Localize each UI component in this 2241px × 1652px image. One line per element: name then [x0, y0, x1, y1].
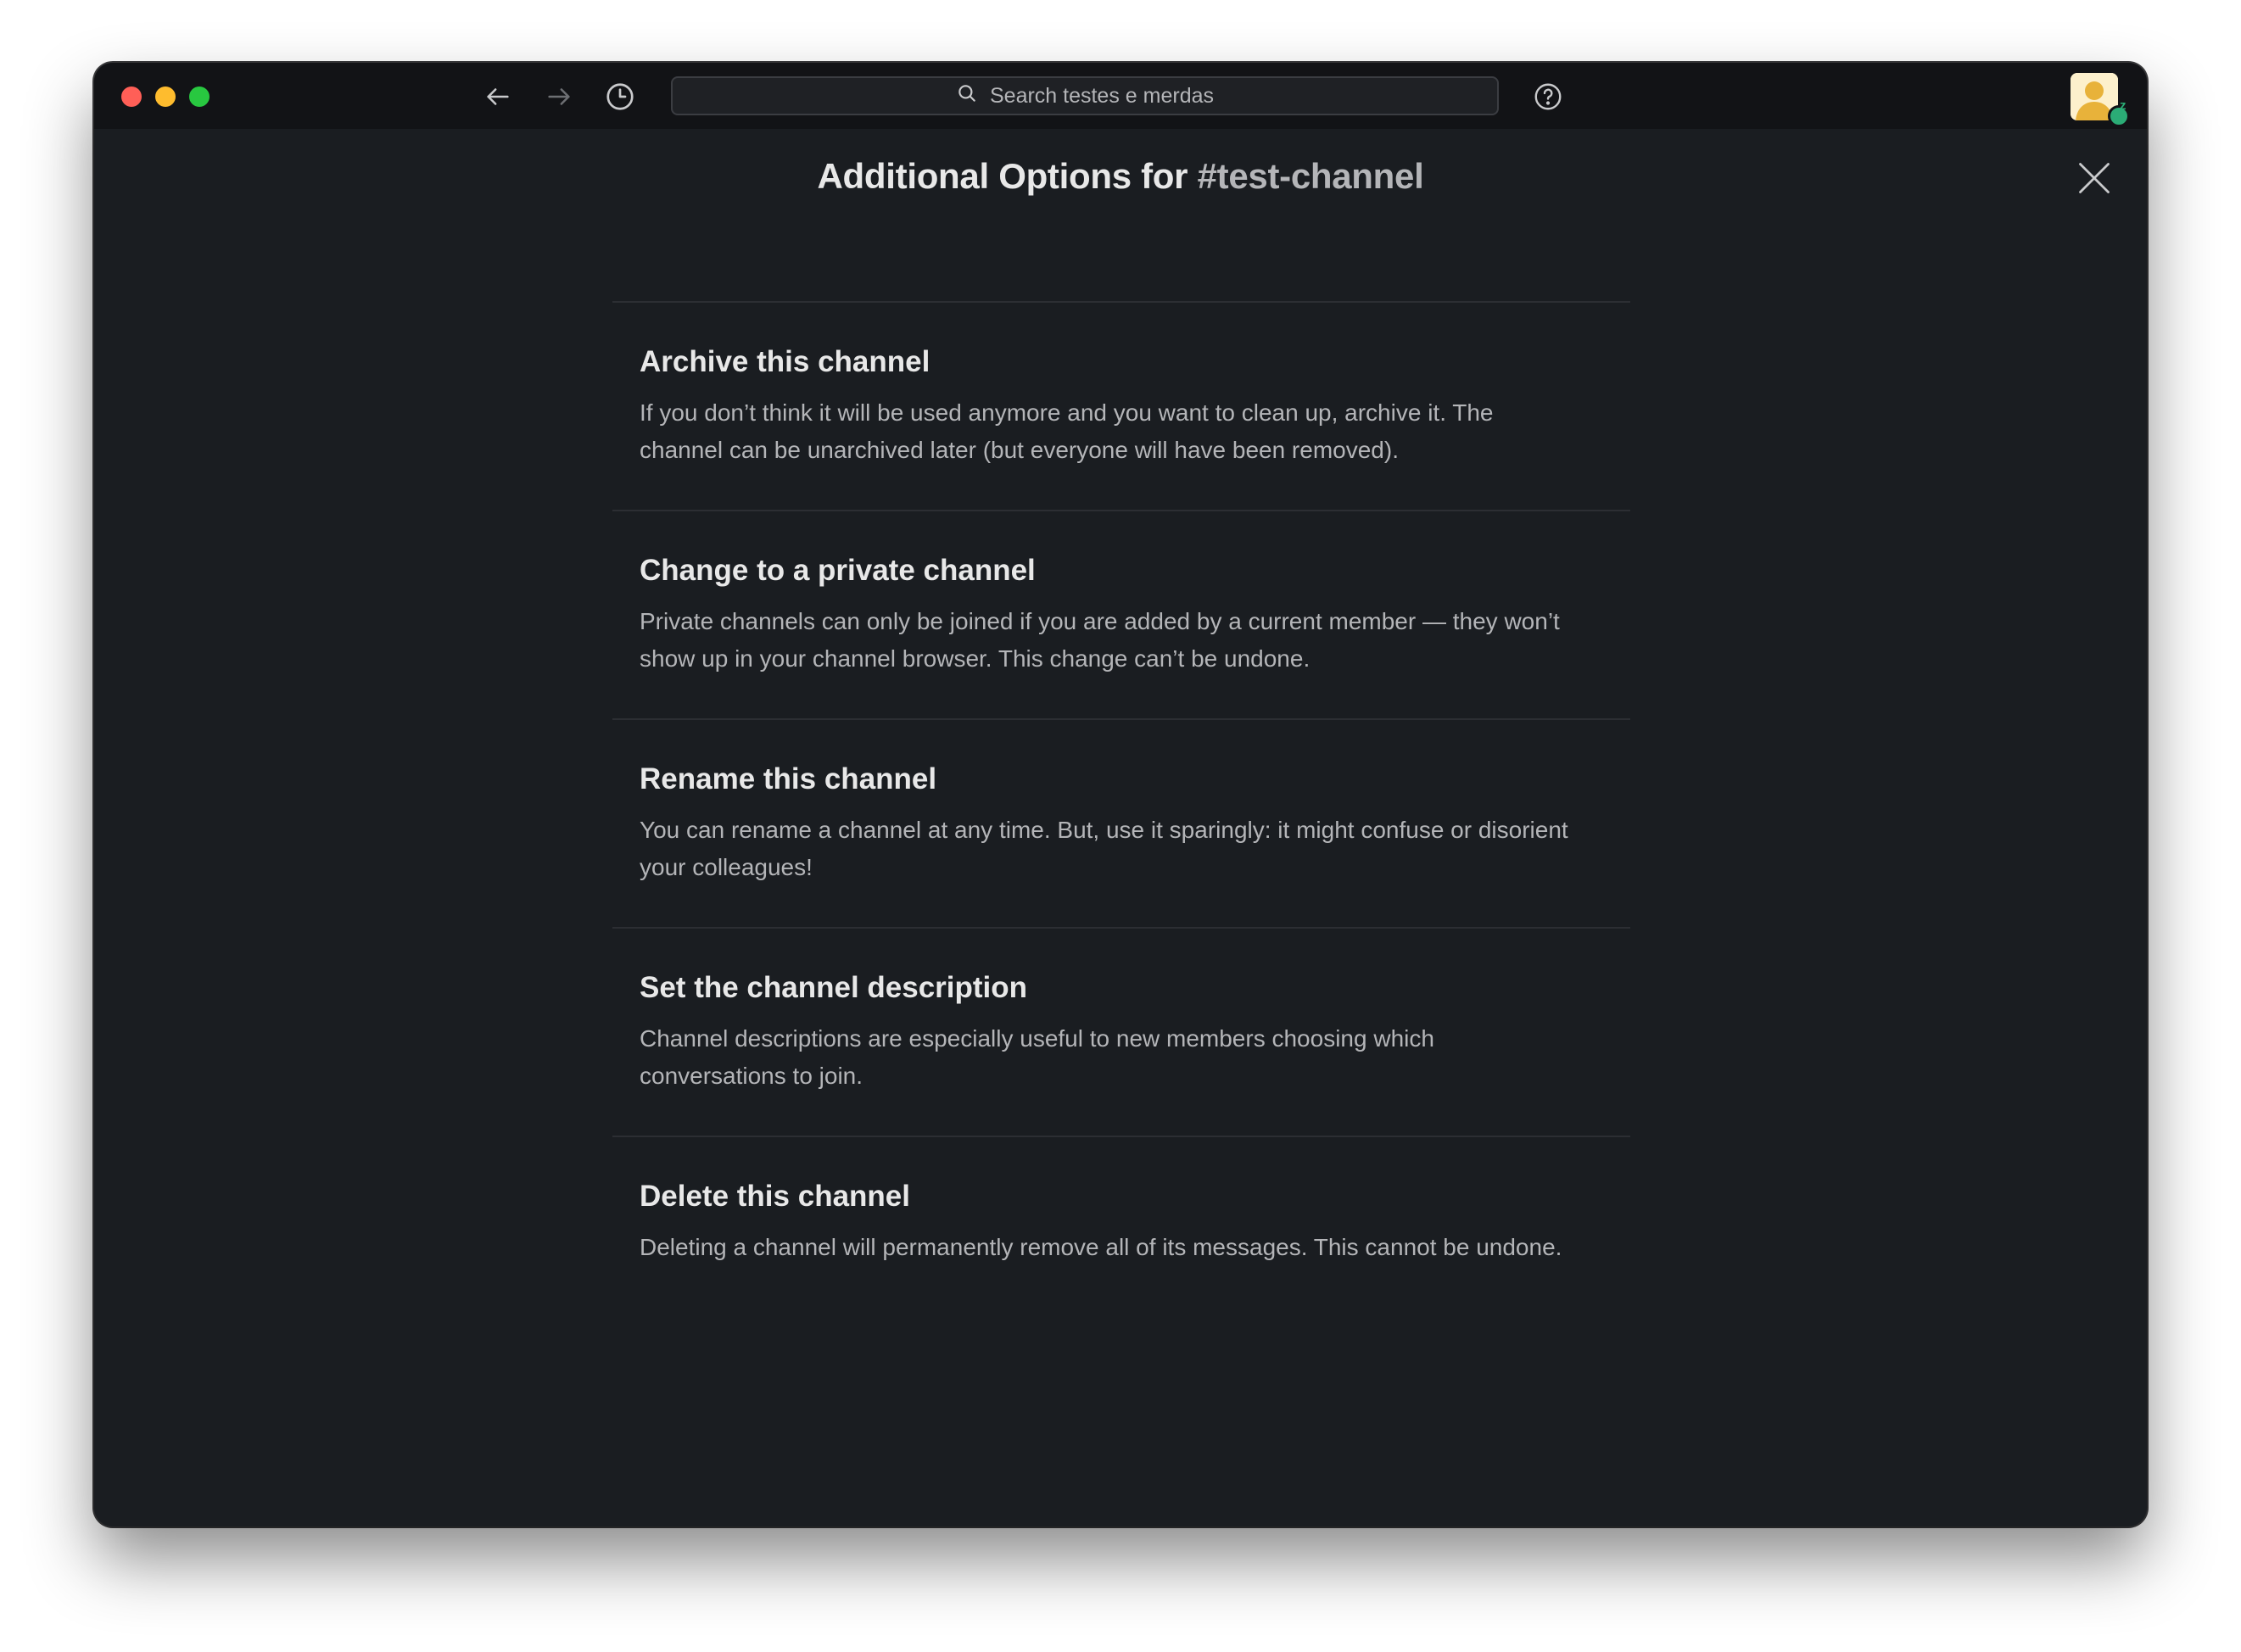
options-list: Archive this channel If you don’t think … — [612, 301, 1630, 1344]
option-description: Deleting a channel will permanently remo… — [640, 1234, 1562, 1260]
title-bar: Search testes e merdas z — [94, 63, 2147, 129]
help-icon[interactable] — [1531, 80, 1565, 114]
page-title-channel: #test-channel — [1197, 156, 1424, 196]
option-rename-channel[interactable]: Rename this channel You can rename a cha… — [612, 718, 1630, 927]
snooze-status: z — [2120, 98, 2126, 113]
option-set-description[interactable]: Set the channel description Channel desc… — [612, 927, 1630, 1136]
search-icon — [956, 82, 978, 110]
forward-arrow-icon[interactable] — [542, 80, 576, 114]
option-title: Archive this channel — [640, 345, 930, 378]
window-close-button[interactable] — [121, 87, 142, 107]
option-delete-channel[interactable]: Delete this channel Deleting a channel w… — [612, 1136, 1630, 1344]
option-description: If you don’t think it will be used anymo… — [640, 399, 1494, 463]
history-icon[interactable] — [603, 80, 637, 114]
search-placeholder: Search testes e merdas — [989, 83, 1214, 108]
window-maximize-button[interactable] — [189, 87, 210, 107]
option-description: You can rename a channel at any time. Bu… — [640, 817, 1568, 880]
page-title-prefix: Additional Options for — [817, 156, 1188, 196]
option-archive-channel[interactable]: Archive this channel If you don’t think … — [612, 301, 1630, 510]
option-title: Delete this channel — [640, 1180, 910, 1213]
search-bar[interactable]: Search testes e merdas — [671, 76, 1499, 115]
close-icon[interactable] — [2074, 158, 2115, 198]
page-title: Additional Options for #test-channel — [94, 156, 2147, 197]
option-title: Change to a private channel — [640, 554, 1036, 587]
option-title: Rename this channel — [640, 762, 937, 795]
presence-status-icon — [2108, 105, 2130, 127]
option-description: Channel descriptions are especially usef… — [640, 1025, 1434, 1089]
option-description: Private channels can only be joined if y… — [640, 608, 1560, 672]
back-arrow-icon[interactable] — [481, 80, 515, 114]
option-change-to-private[interactable]: Change to a private channel Private chan… — [612, 510, 1630, 718]
app-window: Search testes e merdas z Additional Opti… — [94, 63, 2147, 1526]
window-minimize-button[interactable] — [155, 87, 176, 107]
option-title: Set the channel description — [640, 971, 1028, 1004]
